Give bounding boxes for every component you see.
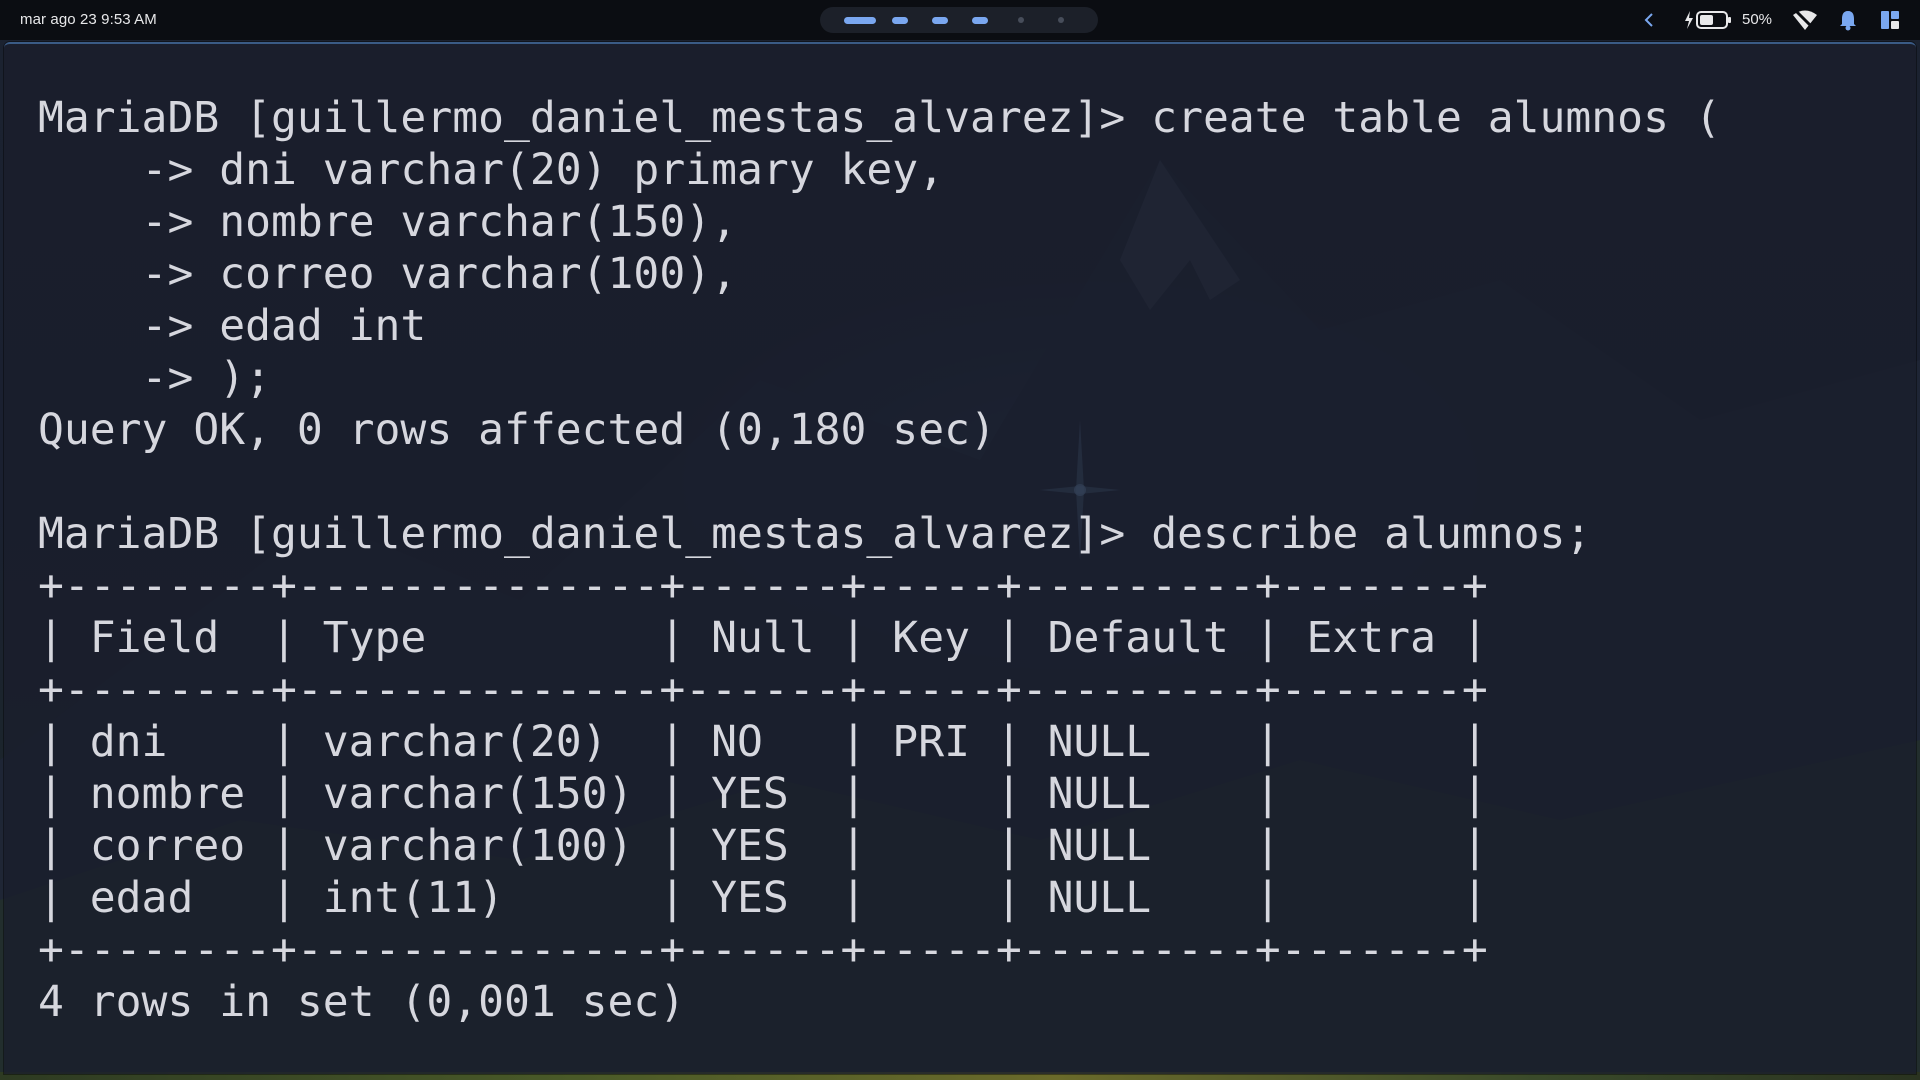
terminal-line: -> nombre varchar(150), (38, 197, 737, 247)
terminal-line: Query OK, 0 rows affected (0,180 sec) (38, 405, 996, 455)
date-time-label[interactable]: mar ago 23 9:53 AM (20, 11, 157, 28)
terminal-window[interactable]: MariaDB [guillermo_daniel_mestas_alvarez… (4, 42, 1916, 1074)
terminal-line: -> correo varchar(100), (38, 249, 737, 299)
terminal-line: -> dni varchar(20) primary key, (38, 145, 945, 195)
workspace-indicator[interactable] (972, 17, 988, 24)
terminal-line: -> edad int (38, 301, 427, 351)
panel-icon[interactable] (1880, 10, 1900, 34)
chevron-left-icon[interactable] (1642, 10, 1656, 34)
workspace-switcher[interactable] (820, 7, 1098, 33)
terminal-line: 4 rows in set (0,001 sec) (38, 977, 686, 1027)
terminal-line: | correo | varchar(100) | YES | | NULL |… (38, 821, 1488, 871)
terminal-line: | edad | int(11) | YES | | NULL | | (38, 873, 1488, 923)
terminal-line: +--------+--------------+------+-----+--… (38, 561, 1488, 611)
terminal-line: +--------+--------------+------+-----+--… (38, 665, 1488, 715)
workspace-indicator[interactable] (892, 17, 908, 24)
battery-charging-icon[interactable] (1684, 9, 1738, 35)
workspace-indicator[interactable] (1058, 17, 1064, 23)
battery-percentage[interactable]: 50% (1742, 11, 1772, 28)
terminal-line: +--------+--------------+------+-----+--… (38, 925, 1488, 975)
top-status-bar: mar ago 23 9:53 AM 50% (0, 0, 1920, 40)
wifi-icon[interactable] (1792, 9, 1818, 35)
bell-icon[interactable] (1838, 9, 1858, 35)
terminal-line: | Field | Type | Null | Key | Default | … (38, 613, 1488, 663)
terminal-line: -> ); (38, 353, 271, 403)
terminal-line: MariaDB [guillermo_daniel_mestas_alvarez… (38, 509, 1592, 559)
terminal-line: | nombre | varchar(150) | YES | | NULL |… (38, 769, 1488, 819)
terminal-output[interactable]: MariaDB [guillermo_daniel_mestas_alvarez… (38, 92, 1721, 1028)
workspace-indicator[interactable] (1018, 17, 1024, 23)
workspace-indicator[interactable] (844, 17, 876, 24)
workspace-indicator[interactable] (932, 17, 948, 24)
terminal-line: MariaDB [guillermo_daniel_mestas_alvarez… (38, 93, 1721, 143)
terminal-line: | dni | varchar(20) | NO | PRI | NULL | … (38, 717, 1488, 767)
